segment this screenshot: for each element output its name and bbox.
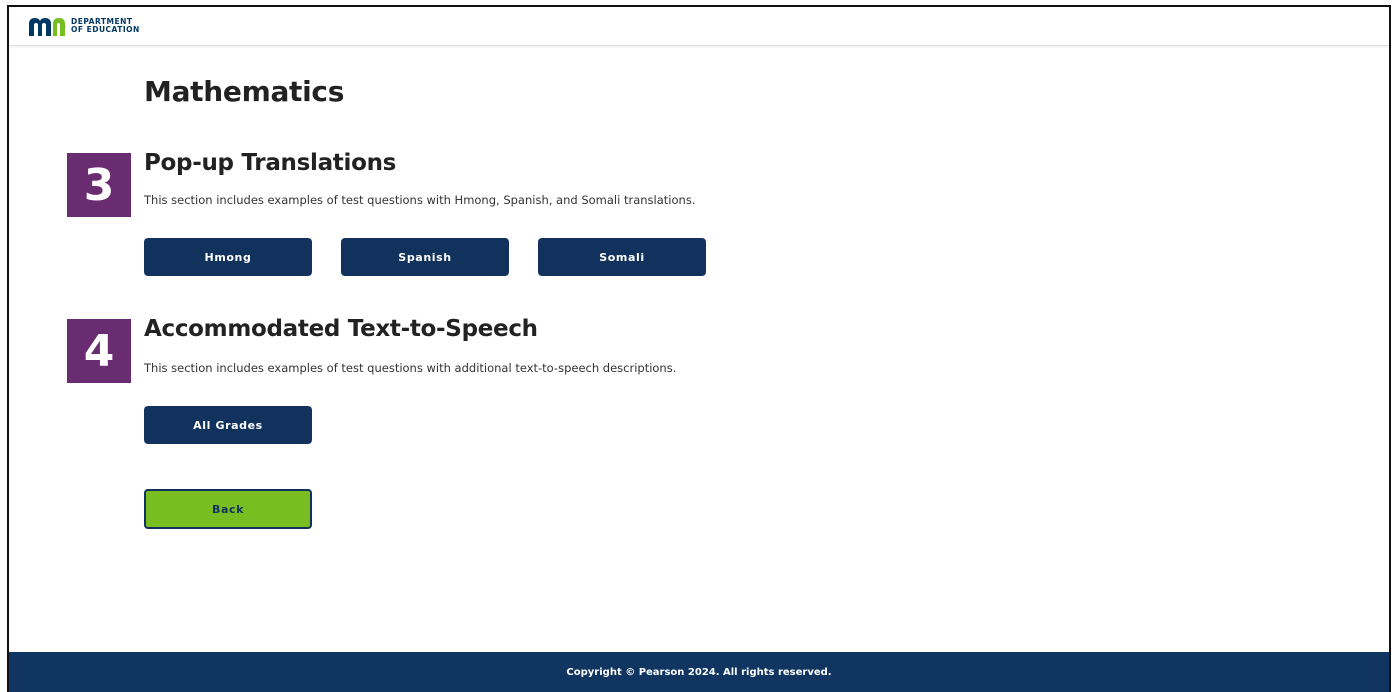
mn-education-logo[interactable]: DEPARTMENT OF EDUCATION <box>27 16 140 36</box>
site-footer: Copyright © Pearson 2024. All rights res… <box>9 652 1389 692</box>
page-frame: DEPARTMENT OF EDUCATION Mathematics 3 Po… <box>7 5 1391 692</box>
section-title-translations: Pop-up Translations <box>144 150 397 176</box>
somali-button[interactable]: Somali <box>538 238 706 276</box>
logo-line-2: OF EDUCATION <box>71 25 140 34</box>
section-description-translations: This section includes examples of test q… <box>144 193 696 207</box>
section-description-text-to-speech: This section includes examples of test q… <box>144 361 677 375</box>
spanish-button[interactable]: Spanish <box>341 238 509 276</box>
mn-logo-icon <box>29 18 65 36</box>
back-button[interactable]: Back <box>144 489 312 529</box>
logo-text: DEPARTMENT OF EDUCATION <box>71 18 140 34</box>
site-header: DEPARTMENT OF EDUCATION <box>9 7 1389 46</box>
page-title: Mathematics <box>144 75 345 108</box>
hmong-button[interactable]: Hmong <box>144 238 312 276</box>
all-grades-button[interactable]: All Grades <box>144 406 312 444</box>
section-number-badge: 3 <box>67 153 131 217</box>
section-title-text-to-speech: Accommodated Text-to-Speech <box>144 316 538 342</box>
copyright-text: Copyright © Pearson 2024. All rights res… <box>566 666 832 678</box>
section-number-badge: 4 <box>67 319 131 383</box>
